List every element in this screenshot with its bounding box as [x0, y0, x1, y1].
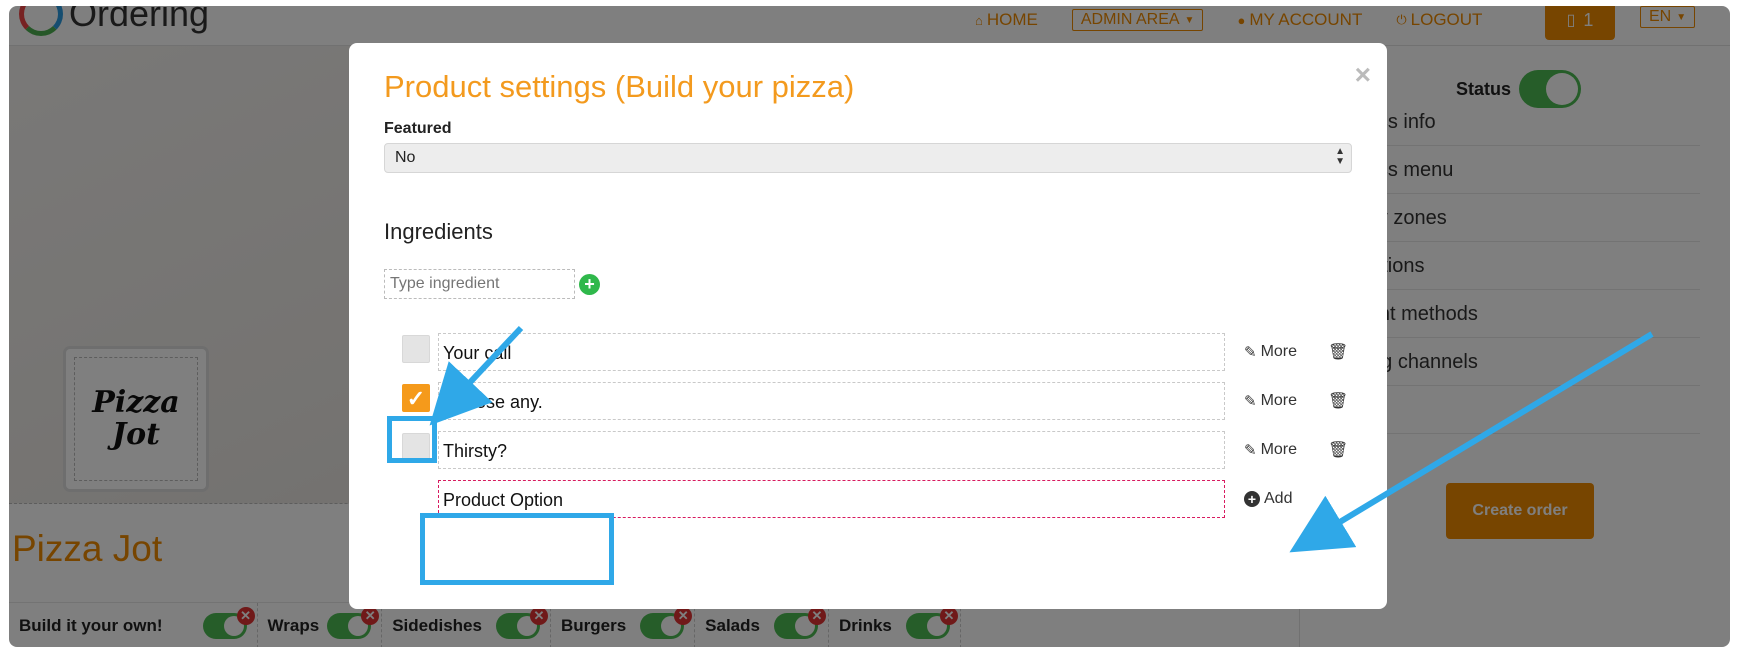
add-ingredient-icon[interactable]: + [579, 274, 600, 295]
trash-icon[interactable]: 🗑 [1328, 440, 1348, 460]
option-row: ✓ Choose any. ✎ More 🗑 [402, 382, 1362, 420]
select-arrows-icon: ▲ ▼ [1335, 146, 1345, 167]
more-button[interactable]: ✎ More [1244, 392, 1297, 410]
highlight-box-option-input [420, 513, 614, 585]
featured-label: Featured [384, 120, 452, 137]
edit-icon: ✎ [1244, 344, 1257, 361]
option-checkbox[interactable] [402, 335, 430, 363]
trash-icon[interactable]: 🗑 [1328, 342, 1348, 362]
edit-icon: ✎ [1244, 442, 1257, 459]
ingredients-heading: Ingredients [384, 219, 493, 244]
option-name-field[interactable]: Choose any. [438, 382, 1225, 420]
edit-icon: ✎ [1244, 393, 1257, 410]
highlight-box-checkbox [387, 416, 437, 463]
plus-circle-icon: + [1244, 491, 1260, 507]
more-button[interactable]: ✎ More [1244, 441, 1297, 459]
option-checkbox-checked[interactable]: ✓ [402, 384, 430, 412]
check-icon: ✓ [406, 386, 426, 411]
option-row: Your call ✎ More 🗑 [402, 333, 1362, 371]
ingredient-input[interactable] [384, 269, 575, 299]
more-button[interactable]: ✎ More [1244, 343, 1297, 361]
trash-icon[interactable]: 🗑 [1328, 391, 1348, 411]
option-row: Thirsty? ✎ More 🗑 [402, 431, 1362, 469]
close-icon[interactable]: × [1355, 61, 1371, 89]
option-name-field[interactable]: Your call [438, 333, 1225, 371]
featured-select[interactable]: No ▲ ▼ [384, 143, 1352, 173]
option-name-field[interactable]: Thirsty? [438, 431, 1225, 469]
add-option-button[interactable]: + Add [1244, 490, 1292, 508]
modal-title: Product settings (Build your pizza) [384, 69, 855, 104]
